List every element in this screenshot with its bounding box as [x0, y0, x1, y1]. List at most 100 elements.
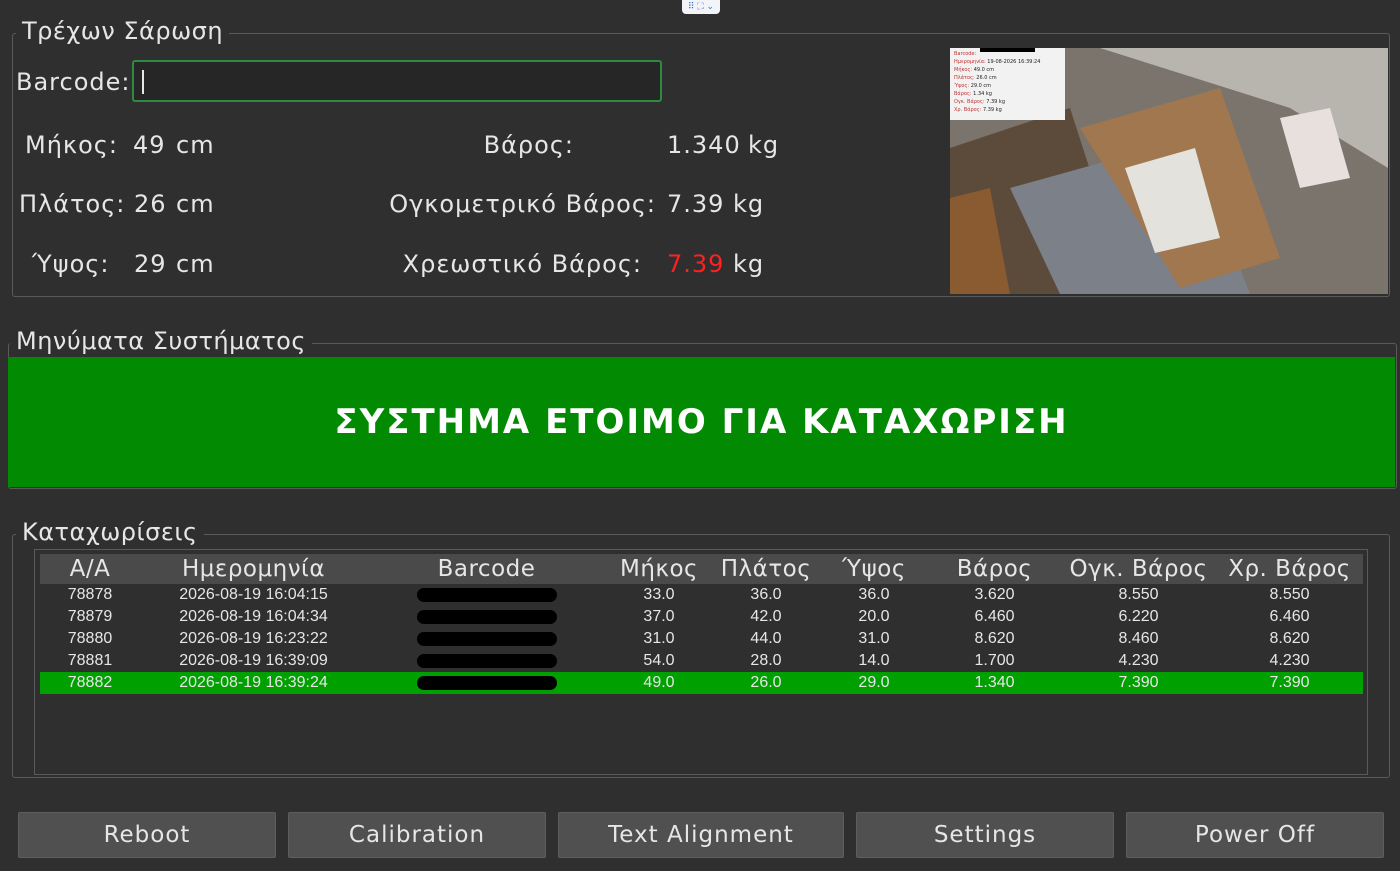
- cell-weight: 1.700: [974, 652, 1015, 669]
- cell-height: 29.0: [820, 672, 928, 694]
- cell-weight: 3.620: [974, 586, 1015, 603]
- entries-table-frame: Α/Α Ημερομηνία Barcode Μήκος Πλάτος Ύψος…: [34, 549, 1368, 775]
- cell-barcode-redacted: [367, 672, 606, 694]
- cell-date: 2026-08-19 16:39:09: [179, 652, 328, 669]
- redaction-mark: [416, 587, 557, 602]
- cell-date: 2026-08-19 16:04:34: [179, 608, 328, 625]
- camera-preview-image: Barcode: Ημερομηνία: 19-08-2026 16:39:24…: [950, 48, 1388, 294]
- cell-width: 42.0: [750, 608, 782, 625]
- cell-length: 37.0: [643, 608, 675, 625]
- barcode-input[interactable]: [132, 60, 662, 102]
- settings-button[interactable]: Settings: [856, 812, 1114, 858]
- calibration-button[interactable]: Calibration: [288, 812, 546, 858]
- chargeable-weight-label: Χρεωστικό Βάρος:: [402, 250, 642, 278]
- cell-volumetric-weight: 8.550: [1118, 586, 1159, 603]
- volumetric-weight-unit: kg: [733, 190, 765, 218]
- cell-id: 78878: [67, 586, 113, 603]
- cell-chargeable-weight: 8.550: [1269, 586, 1310, 603]
- column-header-id[interactable]: Α/Α: [40, 554, 140, 584]
- length-unit: cm: [176, 131, 215, 159]
- cell-barcode-redacted: [367, 628, 606, 650]
- cell-barcode-redacted: [367, 650, 606, 672]
- entries-table: Α/Α Ημερομηνία Barcode Μήκος Πλάτος Ύψος…: [40, 554, 1363, 694]
- cell-width: 36.0: [750, 586, 782, 603]
- cell-barcode-redacted: [367, 606, 606, 628]
- system-messages-title: Μηνύματα Συστήματος: [10, 327, 312, 355]
- table-row[interactable]: 78879 2026-08-19 16:04:34 37.0 42.0 20.0…: [40, 606, 1363, 628]
- cell-height: 14.0: [858, 652, 890, 669]
- cell-chargeable-weight: 8.620: [1269, 630, 1310, 647]
- cell-width: 28.0: [750, 652, 782, 669]
- cell-chargeable-weight: 4.230: [1269, 652, 1310, 669]
- cell-length: 31.0: [643, 630, 675, 647]
- cell-id: 78881: [67, 652, 113, 669]
- cell-height: 20.0: [858, 608, 890, 625]
- cell-height: 36.0: [858, 586, 890, 603]
- cell-length: 49.0: [606, 672, 712, 694]
- column-header-weight[interactable]: Βάρος: [928, 554, 1061, 584]
- cell-id: 78879: [67, 608, 113, 625]
- cell-width: 44.0: [750, 630, 782, 647]
- power-off-button[interactable]: Power Off: [1126, 812, 1384, 858]
- cell-chargeable-weight: 6.460: [1269, 608, 1310, 625]
- cell-weight: 8.620: [974, 630, 1015, 647]
- width-value: 26: [134, 190, 167, 218]
- column-header-barcode[interactable]: Barcode: [367, 554, 606, 584]
- cell-volumetric-weight: 7.390: [1061, 672, 1216, 694]
- cell-weight: 6.460: [974, 608, 1015, 625]
- column-header-chargeable-weight[interactable]: Χρ. Βάρος: [1216, 554, 1363, 584]
- chargeable-weight-value: 7.39: [667, 250, 725, 278]
- redaction-mark: [416, 675, 557, 690]
- entries-title: Καταχωρίσεις: [16, 518, 204, 546]
- barcode-label: Barcode:: [16, 68, 131, 96]
- cell-date: 2026-08-19 16:39:24: [140, 672, 367, 694]
- cell-id: 78882: [40, 672, 140, 694]
- cell-weight: 1.340: [928, 672, 1061, 694]
- text-caret: [142, 70, 144, 94]
- cell-width: 26.0: [712, 672, 820, 694]
- column-header-date[interactable]: Ημερομηνία: [140, 554, 367, 584]
- column-header-length[interactable]: Μήκος: [606, 554, 712, 584]
- height-unit: cm: [176, 250, 215, 278]
- status-message: ΣΥΣΤΗΜΑ ΕΤΟΙΜΟ ΓΙΑ ΚΑΤΑΧΩΡΙΣΗ: [334, 402, 1069, 442]
- redaction-mark: [416, 653, 557, 668]
- length-value: 49: [133, 131, 166, 159]
- window-control-widget[interactable]: ⠿ ⛶ ⌄: [682, 0, 720, 14]
- width-label: Πλάτος:: [19, 190, 126, 218]
- volumetric-weight-label: Ογκομετρικό Βάρος:: [389, 190, 656, 218]
- status-banner: ΣΥΣΤΗΜΑ ΕΤΟΙΜΟ ΓΙΑ ΚΑΤΑΧΩΡΙΣΗ: [8, 357, 1395, 487]
- height-label: Ύψος:: [32, 250, 110, 278]
- current-scan-title: Τρέχων Σάρωση: [16, 17, 230, 45]
- cell-height: 31.0: [858, 630, 890, 647]
- reboot-button[interactable]: Reboot: [18, 812, 276, 858]
- cell-length: 54.0: [643, 652, 675, 669]
- table-row[interactable]: 78881 2026-08-19 16:39:09 54.0 28.0 14.0…: [40, 650, 1363, 672]
- redaction-mark: [416, 609, 557, 624]
- cell-volumetric-weight: 6.220: [1118, 608, 1159, 625]
- chargeable-weight-unit: kg: [733, 250, 765, 278]
- redaction-mark: [416, 631, 557, 646]
- column-header-height[interactable]: Ύψος: [820, 554, 928, 584]
- weight-value: 1.340: [667, 131, 741, 159]
- text-alignment-button[interactable]: Text Alignment: [558, 812, 844, 858]
- height-value: 29: [134, 250, 167, 278]
- width-unit: cm: [176, 190, 215, 218]
- cell-id: 78880: [67, 630, 113, 647]
- cell-volumetric-weight: 8.460: [1118, 630, 1159, 647]
- cell-chargeable-weight: 7.390: [1216, 672, 1363, 694]
- weight-label: Βάρος:: [483, 131, 574, 159]
- cell-date: 2026-08-19 16:04:15: [179, 586, 328, 603]
- length-label: Μήκος:: [25, 131, 118, 159]
- volumetric-weight-value: 7.39: [667, 190, 725, 218]
- camera-overlay-text: Barcode: Ημερομηνία: 19-08-2026 16:39:24…: [954, 51, 1041, 113]
- table-row[interactable]: 78880 2026-08-19 16:23:22 31.0 44.0 31.0…: [40, 628, 1363, 650]
- table-header-row: Α/Α Ημερομηνία Barcode Μήκος Πλάτος Ύψος…: [40, 554, 1363, 584]
- table-row[interactable]: 78878 2026-08-19 16:04:15 33.0 36.0 36.0…: [40, 584, 1363, 606]
- table-row-selected[interactable]: 78882 2026-08-19 16:39:24 49.0 26.0 29.0…: [40, 672, 1363, 694]
- cell-length: 33.0: [643, 586, 675, 603]
- column-header-volumetric-weight[interactable]: Ογκ. Βάρος: [1061, 554, 1216, 584]
- cell-barcode-redacted: [367, 584, 606, 606]
- cell-volumetric-weight: 4.230: [1118, 652, 1159, 669]
- column-header-width[interactable]: Πλάτος: [712, 554, 820, 584]
- weight-unit: kg: [748, 131, 780, 159]
